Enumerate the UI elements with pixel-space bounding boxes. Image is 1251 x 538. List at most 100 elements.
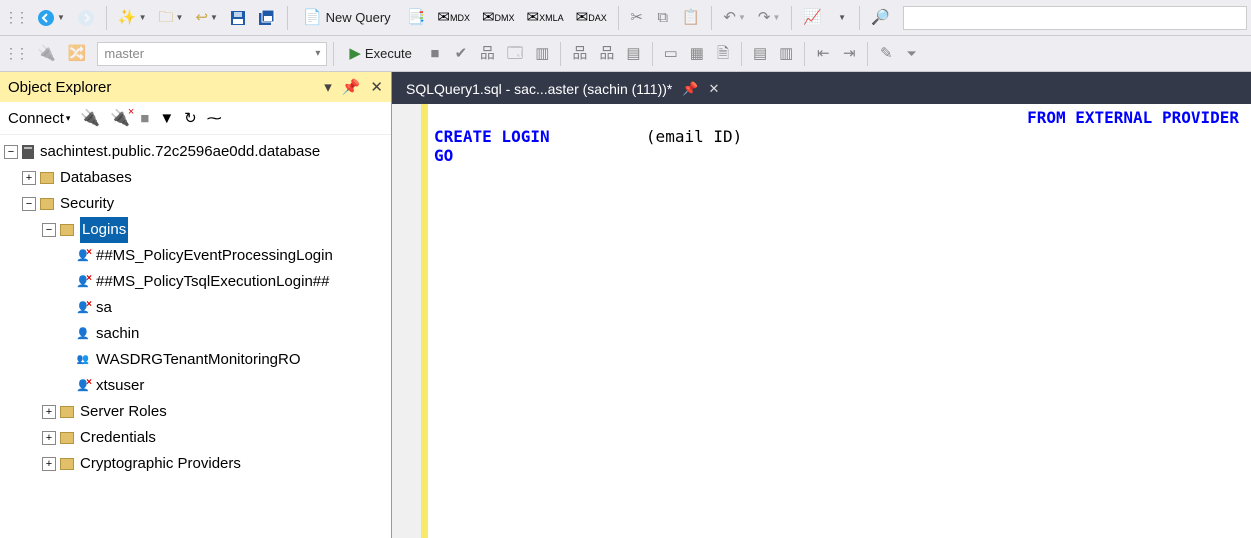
change-connection-icon[interactable]: 🔀: [63, 41, 92, 67]
new-project-button[interactable]: ✨▼: [113, 5, 152, 31]
editor-body: CREATE LOGIN (email ID) GO FROM EXTERNAL…: [392, 104, 1251, 538]
object-explorer-title: Object Explorer: [8, 79, 111, 96]
filter-icon[interactable]: ▼: [159, 110, 174, 127]
expand-icon[interactable]: +: [42, 405, 56, 419]
panel-dropdown-icon[interactable]: ▾: [324, 78, 332, 96]
cut-button[interactable]: ✂: [625, 5, 649, 31]
expand-icon[interactable]: +: [42, 431, 56, 445]
login-disabled-icon: [76, 249, 90, 263]
tree-server-roles-node[interactable]: + Server Roles: [4, 399, 391, 425]
connect-icon[interactable]: 🔌: [32, 41, 61, 67]
stop-icon[interactable]: ■: [140, 110, 149, 127]
nav-back-button[interactable]: ▼: [32, 5, 70, 31]
tab-pin-icon[interactable]: 📌: [682, 81, 698, 97]
connect-dropdown[interactable]: Connect▾: [8, 110, 70, 127]
tree-login-item[interactable]: sachin: [4, 321, 391, 347]
outdent-button[interactable]: ⇤: [811, 41, 835, 67]
stop-button[interactable]: ■: [423, 41, 447, 67]
copy-button[interactable]: ⧉: [651, 5, 675, 31]
comment-button[interactable]: ▤: [748, 41, 772, 67]
code-right-keywords: FROM EXTERNAL PROVIDER: [1027, 108, 1239, 127]
nav-forward-button[interactable]: [72, 5, 100, 31]
query-de-button[interactable]: 📑: [402, 5, 431, 31]
expand-icon[interactable]: +: [22, 171, 36, 185]
main-split: Object Explorer ▾ 📌 ✕ Connect▾ 🔌 🔌× ■ ▼ …: [0, 72, 1251, 538]
live-stats-button[interactable]: 品: [594, 41, 619, 67]
security-label: Security: [60, 191, 114, 217]
execute-button[interactable]: ▶ Execute: [340, 41, 421, 67]
tree-login-item[interactable]: xtsuser: [4, 373, 391, 399]
refresh-icon[interactable]: ↻: [184, 109, 197, 127]
client-stats-button[interactable]: ▤: [621, 41, 645, 67]
dmx-query-button[interactable]: ✉DMX: [477, 5, 520, 31]
activity-monitor-button[interactable]: 📈: [798, 5, 827, 31]
expand-icon[interactable]: +: [42, 457, 56, 471]
results-text-button[interactable]: ▭: [659, 41, 683, 67]
activity-dropdown[interactable]: ▼: [829, 5, 853, 31]
activity-icon[interactable]: ⁓: [207, 109, 222, 127]
undo-button[interactable]: ↶▼: [718, 5, 751, 31]
paste-button[interactable]: 📋: [677, 5, 706, 31]
estimated-plan-button[interactable]: 品: [475, 41, 500, 67]
editor-tab-title: SQLQuery1.sql - sac...aster (sachin (111…: [406, 81, 672, 97]
add-item-button[interactable]: ↩▼: [190, 5, 223, 31]
results-grid-button[interactable]: ▦: [685, 41, 709, 67]
tree-credentials-node[interactable]: + Credentials: [4, 425, 391, 451]
new-query-button[interactable]: 📄New Query: [294, 5, 400, 31]
mdx-query-button[interactable]: ✉MDX: [432, 5, 475, 31]
actual-plan-button[interactable]: 品: [567, 41, 592, 67]
connect-icon[interactable]: 🔌: [80, 108, 100, 128]
save-button[interactable]: [225, 5, 251, 31]
intellisense-button[interactable]: ▥: [530, 41, 554, 67]
toolbar-overflow-icon[interactable]: ⏷: [906, 46, 916, 62]
disconnect-icon[interactable]: 🔌×: [110, 108, 130, 128]
main-toolbar-row1: ⋮⋮ ▼ ✨▼ 🗀▼ ↩▼ 📄New Query 📑 ✉MDX ✉DMX ✉XM…: [0, 0, 1251, 36]
tree-server-node[interactable]: − sachintest.public.72c2596ae0dd.databas…: [4, 139, 391, 165]
folder-icon: [60, 458, 74, 470]
quick-launch-input[interactable]: [903, 6, 1247, 30]
collapse-icon[interactable]: −: [42, 223, 56, 237]
tree-crypto-node[interactable]: + Cryptographic Providers: [4, 451, 391, 477]
query-options-button[interactable]: 🗔: [502, 41, 528, 67]
indent-button[interactable]: ⇥: [837, 41, 861, 67]
tree-login-item[interactable]: WASDRGTenantMonitoringRO: [4, 347, 391, 373]
tree-security-node[interactable]: − Security: [4, 191, 391, 217]
save-all-button[interactable]: [253, 5, 281, 31]
object-explorer-tree[interactable]: − sachintest.public.72c2596ae0dd.databas…: [0, 135, 391, 538]
tree-logins-node[interactable]: − Logins: [4, 217, 391, 243]
panel-pin-icon[interactable]: 📌: [342, 78, 361, 96]
xmla-query-button[interactable]: ✉XMLA: [522, 5, 569, 31]
object-explorer-panel: Object Explorer ▾ 📌 ✕ Connect▾ 🔌 🔌× ■ ▼ …: [0, 72, 392, 538]
editor-tab[interactable]: SQLQuery1.sql - sac...aster (sachin (111…: [396, 74, 729, 104]
server-icon: [22, 145, 34, 159]
panel-close-icon[interactable]: ✕: [370, 78, 383, 96]
databases-label: Databases: [60, 165, 132, 191]
open-menu-button[interactable]: 🗀▼: [154, 5, 189, 31]
results-file-button[interactable]: 🗎: [711, 41, 735, 67]
tree-login-item[interactable]: sa: [4, 295, 391, 321]
tree-login-item[interactable]: ##MS_PolicyTsqlExecutionLogin##: [4, 269, 391, 295]
tree-databases-node[interactable]: + Databases: [4, 165, 391, 191]
toolbar-grip-2[interactable]: ⋮⋮: [4, 45, 26, 62]
folder-icon: [60, 406, 74, 418]
database-combo[interactable]: master ▾: [97, 42, 327, 66]
collapse-icon[interactable]: −: [22, 197, 36, 211]
toolbar-grip[interactable]: ⋮⋮: [4, 9, 26, 26]
login-item-label: WASDRGTenantMonitoringRO: [96, 347, 301, 373]
editor-gutter: [392, 104, 422, 538]
login-icon: [76, 327, 90, 341]
object-explorer-titlebar: Object Explorer ▾ 📌 ✕: [0, 72, 391, 102]
uncomment-button[interactable]: ▥: [774, 41, 798, 67]
parse-button[interactable]: ✔: [449, 41, 473, 67]
tree-login-item[interactable]: ##MS_PolicyEventProcessingLogin: [4, 243, 391, 269]
redo-button[interactable]: ↷▼: [753, 5, 786, 31]
server-roles-label: Server Roles: [80, 399, 167, 425]
tab-close-icon[interactable]: ✕: [709, 81, 720, 97]
code-area[interactable]: CREATE LOGIN (email ID) GO FROM EXTERNAL…: [428, 104, 1251, 538]
editor-tab-strip: SQLQuery1.sql - sac...aster (sachin (111…: [392, 72, 1251, 104]
login-disabled-icon: [76, 379, 90, 393]
find-button[interactable]: 🔎: [866, 5, 895, 31]
dax-query-button[interactable]: ✉DAX: [571, 5, 612, 31]
specify-values-button[interactable]: ✎: [874, 41, 898, 67]
collapse-icon[interactable]: −: [4, 145, 18, 159]
